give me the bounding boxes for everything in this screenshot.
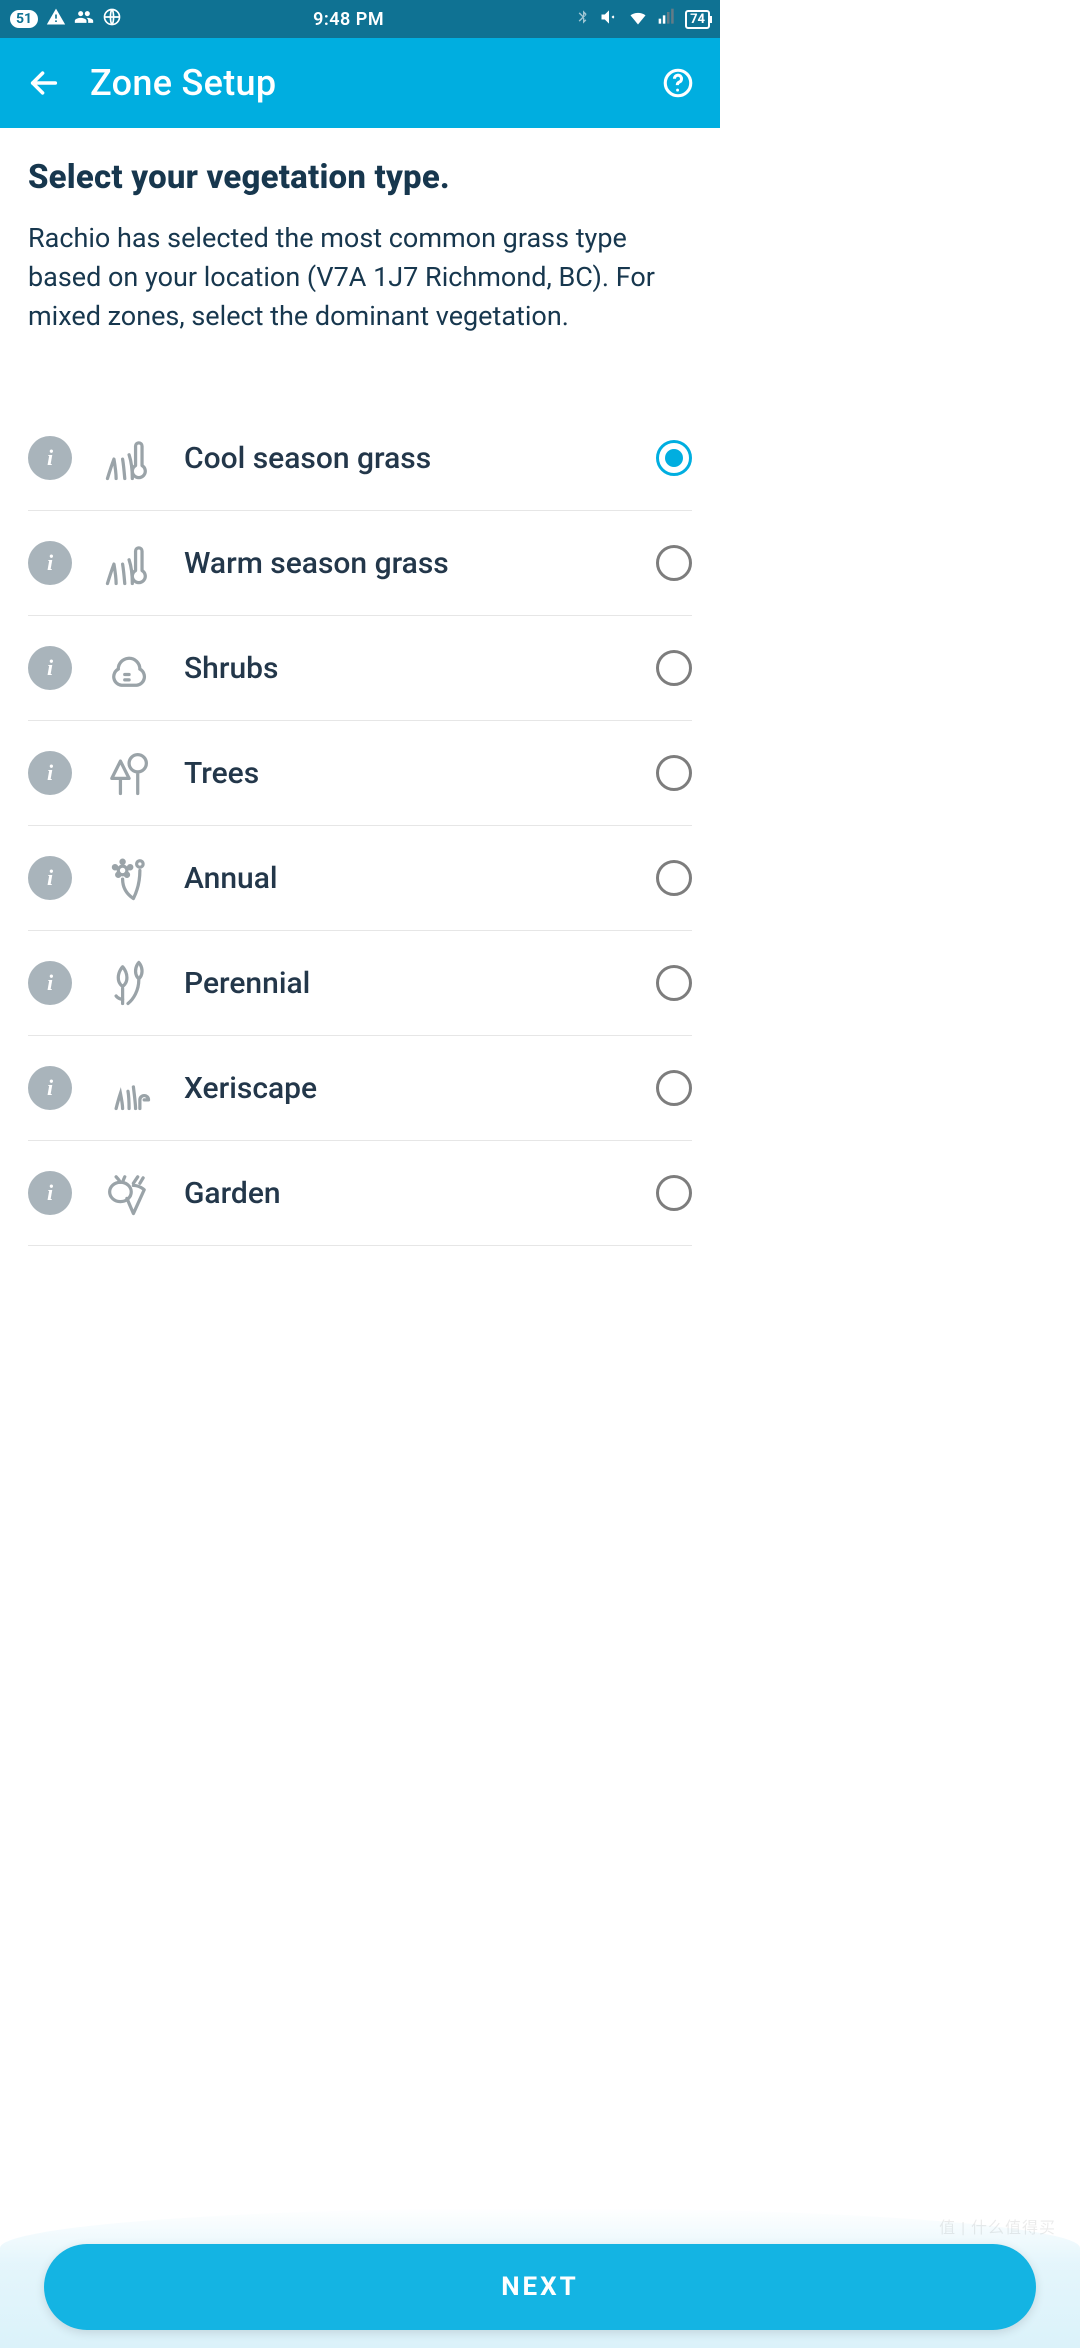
vegetation-label: Xeriscape: [184, 1071, 656, 1106]
radio-button[interactable]: [656, 965, 692, 1001]
info-icon: i: [47, 1075, 53, 1101]
radio-button[interactable]: [656, 860, 692, 896]
warning-icon: [46, 7, 66, 31]
vegetation-option[interactable]: i Annual: [28, 826, 692, 931]
trees-icon: [98, 743, 158, 803]
page-headline: Select your vegetation type.: [28, 158, 692, 197]
info-icon: i: [47, 445, 53, 471]
info-button[interactable]: i: [28, 961, 72, 1005]
contacts-icon: [74, 7, 94, 31]
info-button[interactable]: i: [28, 1171, 72, 1215]
vegetation-label: Trees: [184, 756, 656, 791]
radio-button[interactable]: [656, 650, 692, 686]
vegetation-option[interactable]: i Warm season grass: [28, 511, 692, 616]
cactus-icon: [98, 1058, 158, 1118]
next-button[interactable]: NEXT: [44, 2244, 1036, 2330]
vegetation-label: Warm season grass: [184, 546, 656, 581]
vegetation-option[interactable]: i Trees: [28, 721, 692, 826]
globe-icon: [102, 7, 122, 31]
vegetation-option[interactable]: i Perennial: [28, 931, 692, 1036]
wifi-icon: [627, 7, 649, 31]
tulip-icon: [98, 953, 158, 1013]
info-icon: i: [47, 760, 53, 786]
info-icon: i: [47, 550, 53, 576]
app-bar-title: Zone Setup: [90, 62, 656, 104]
app-bar: Zone Setup: [0, 38, 720, 128]
radio-button[interactable]: [656, 1175, 692, 1211]
info-button[interactable]: i: [28, 646, 72, 690]
info-icon: i: [47, 865, 53, 891]
watermark: 值 | 什么值得买: [939, 2214, 1056, 2238]
clock: 9:48 PM: [313, 9, 384, 30]
info-icon: i: [47, 970, 53, 996]
notification-count-badge: 51: [10, 10, 38, 28]
vegetation-option[interactable]: i Cool season grass: [28, 406, 692, 511]
carrot-icon: [98, 1163, 158, 1223]
volume-muted-icon: [599, 7, 619, 31]
vegetation-label: Garden: [184, 1176, 656, 1211]
grass-thermo-icon: [98, 533, 158, 593]
vegetation-option[interactable]: i Garden: [28, 1141, 692, 1246]
shrub-icon: [98, 638, 158, 698]
arrow-left-icon: [27, 66, 61, 100]
info-button[interactable]: i: [28, 751, 72, 795]
info-button[interactable]: i: [28, 436, 72, 480]
grass-thermo-icon: [98, 428, 158, 488]
info-button[interactable]: i: [28, 1066, 72, 1110]
vegetation-option[interactable]: i Shrubs: [28, 616, 692, 721]
battery-indicator: 74: [685, 10, 710, 29]
help-icon: [661, 66, 695, 100]
info-button[interactable]: i: [28, 856, 72, 900]
vegetation-option[interactable]: i Xeriscape: [28, 1036, 692, 1141]
radio-button[interactable]: [656, 1070, 692, 1106]
info-icon: i: [47, 655, 53, 681]
vegetation-label: Annual: [184, 861, 656, 896]
status-bar: 51 9:48 PM 74: [0, 0, 720, 38]
radio-button[interactable]: [656, 545, 692, 581]
vegetation-label: Shrubs: [184, 651, 656, 686]
info-button[interactable]: i: [28, 541, 72, 585]
info-icon: i: [47, 1180, 53, 1206]
radio-button[interactable]: [656, 755, 692, 791]
status-left: 51: [10, 7, 122, 31]
content: Select your vegetation type. Rachio has …: [0, 128, 720, 1246]
radio-button[interactable]: [656, 440, 692, 476]
bluetooth-icon: [575, 7, 591, 31]
status-right: 74: [575, 7, 710, 31]
back-button[interactable]: [20, 59, 68, 107]
vegetation-label: Cool season grass: [184, 441, 656, 476]
page-subtext: Rachio has selected the most common gras…: [28, 219, 668, 336]
flower-icon: [98, 848, 158, 908]
signal-icon: [657, 7, 677, 31]
footer: NEXT: [0, 2244, 1080, 2330]
vegetation-label: Perennial: [184, 966, 656, 1001]
vegetation-list: i Cool season grass i Warm season grass …: [28, 406, 692, 1246]
help-button[interactable]: [656, 61, 700, 105]
